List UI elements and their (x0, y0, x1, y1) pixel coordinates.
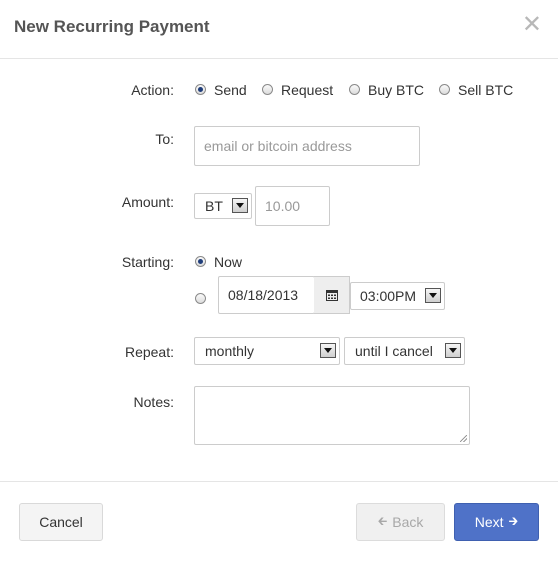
back-button[interactable]: 🡰 Back (356, 503, 445, 541)
resize-grip-icon[interactable] (460, 435, 467, 442)
chevron-down-icon[interactable] (232, 198, 248, 213)
back-button-label: Back (392, 514, 424, 530)
recurring-payment-dialog: New Recurring Payment ✕ Action: Send Req… (0, 0, 558, 561)
chevron-down-icon[interactable] (425, 288, 441, 303)
dialog-footer: Cancel 🡰 Back Next 🡲 (0, 481, 558, 562)
start-date-input[interactable]: 08/18/2013 (218, 276, 315, 314)
start-time-value: 03:00PM (360, 288, 417, 304)
chevron-down-icon[interactable] (320, 343, 336, 358)
action-label: Action: (131, 82, 174, 98)
next-button[interactable]: Next 🡲 (454, 503, 539, 541)
dialog-title: New Recurring Payment (14, 17, 210, 36)
action-sell-btc-radio[interactable] (439, 84, 450, 95)
currency-value: BT (205, 198, 223, 214)
dialog-header: New Recurring Payment ✕ (0, 0, 558, 59)
currency-select[interactable]: BT (194, 193, 252, 219)
starting-label: Starting: (121, 254, 174, 270)
close-icon[interactable]: ✕ (522, 13, 542, 37)
to-label: To: (155, 131, 174, 147)
amount-label: Amount: (121, 194, 174, 210)
action-sell-btc-label: Sell BTC (458, 82, 514, 98)
next-button-label: Next (474, 514, 504, 530)
notes-label: Notes: (133, 394, 174, 410)
starting-now-radio[interactable] (195, 256, 206, 267)
to-input[interactable]: email or bitcoin address (194, 126, 420, 166)
start-time-select[interactable]: 03:00PM (350, 282, 445, 310)
action-request-label: Request (281, 82, 334, 98)
starting-date-radio[interactable] (195, 293, 206, 304)
action-buy-btc-label: Buy BTC (368, 82, 425, 98)
calendar-icon[interactable] (314, 276, 350, 314)
repeat-frequency-select[interactable]: monthly (194, 337, 340, 365)
arrow-right-icon: 🡲 (508, 513, 519, 528)
starting-now-label: Now (214, 254, 243, 270)
action-request-radio[interactable] (262, 84, 273, 95)
repeat-until-value: until I cancel (355, 343, 433, 359)
action-send-label: Send (214, 82, 247, 98)
action-buy-btc-radio[interactable] (349, 84, 360, 95)
calendar-icon-glyph (325, 290, 338, 301)
repeat-label: Repeat: (124, 344, 174, 360)
notes-textarea[interactable] (194, 386, 470, 445)
amount-input[interactable]: 10.00 (255, 186, 330, 226)
repeat-until-select[interactable]: until I cancel (344, 337, 465, 365)
action-send-radio[interactable] (195, 84, 206, 95)
chevron-down-icon[interactable] (445, 343, 461, 358)
arrow-left-icon: 🡰 (377, 513, 388, 528)
repeat-frequency-value: monthly (205, 343, 255, 359)
cancel-button[interactable]: Cancel (19, 503, 103, 541)
